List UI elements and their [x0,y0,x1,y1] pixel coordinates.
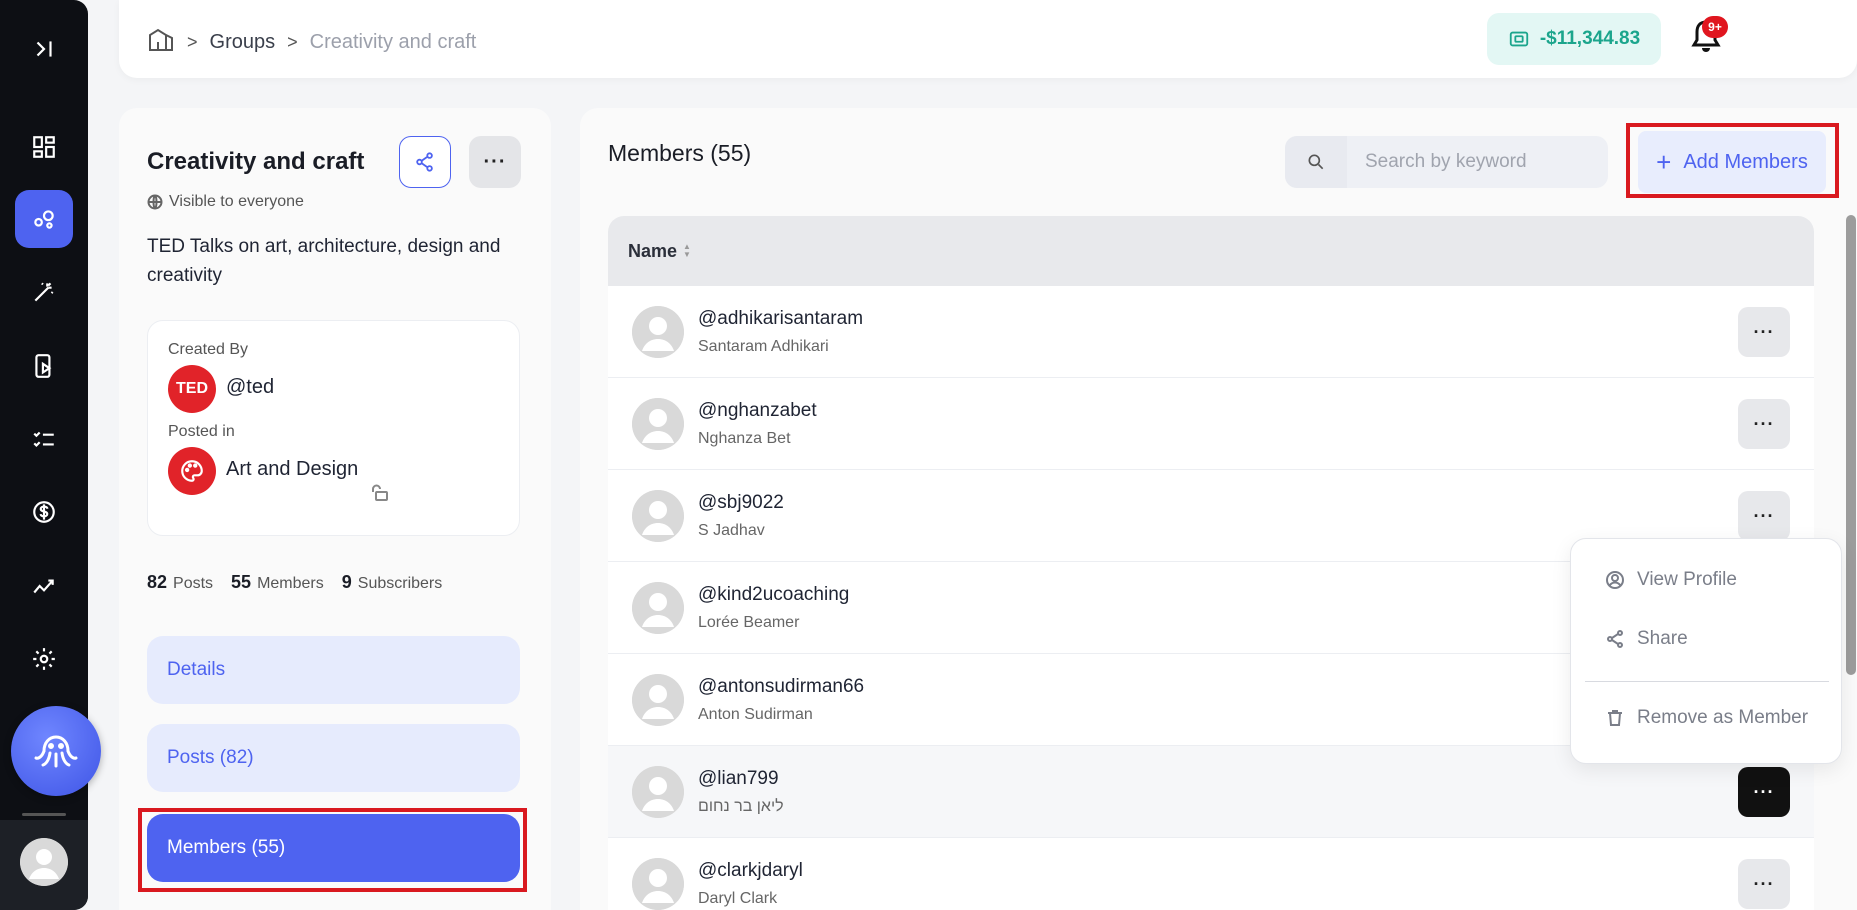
member-avatar [632,674,684,726]
view-profile-label: View Profile [1637,569,1737,590]
member-avatar [632,490,684,542]
share-icon [1607,630,1623,648]
expand-sidebar-icon[interactable] [15,20,73,78]
page-scrollbar[interactable] [1846,215,1856,675]
member-name: Daryl Clark [698,890,778,907]
creator-handle[interactable]: @ted [226,376,274,399]
created-by-label: Created By [168,341,249,358]
sort-icon[interactable]: ▲ ▼ [683,243,691,259]
menu-item-remove-member[interactable]: Remove as Member [1605,707,1808,729]
share-label: Share [1637,628,1688,649]
checklist-icon[interactable] [15,410,73,468]
wallet-icon [1509,31,1528,47]
wallet-balance[interactable]: -$11,344.83 [1487,13,1661,65]
members-panel: Members (55) + Add Members Name ▲▼ @adhi… [580,108,1857,910]
member-more-button[interactable]: ··· [1738,767,1790,817]
member-handle[interactable]: @sbj9022 [698,492,784,514]
member-more-button[interactable]: ··· [1738,307,1790,357]
member-name: Lorée Beamer [698,614,800,631]
member-handle[interactable]: @lian799 [698,768,779,790]
visibility-status: Visible to everyone [147,193,304,211]
group-description: TED Talks on art, architecture, design a… [147,236,501,286]
groups-icon[interactable] [15,190,73,248]
breadcrumb-separator: > [287,31,298,52]
visibility-label: Visible to everyone [169,193,304,210]
member-more-button[interactable]: ··· [1738,491,1790,541]
menu-divider [1585,681,1829,682]
globe-icon [147,194,163,210]
breadcrumb-groups[interactable]: Groups [210,31,276,54]
member-name: ליאן בר נחום [698,798,784,815]
breadcrumb-current: Creativity and craft [309,30,477,53]
group-origin-card: Created By TED @ted Posted in Art and De… [147,320,520,536]
trash-icon [1608,710,1622,726]
add-members-label: Add Members [1683,150,1808,173]
magic-wand-icon[interactable] [15,263,73,321]
group-title: Creativity and craft [147,148,365,175]
table-row[interactable]: @nghanzabet Nghanza Bet ··· [608,378,1814,470]
search-icon[interactable] [1285,136,1347,188]
posted-in-label: Posted in [168,423,235,440]
stat-members: 55 Members [231,572,324,592]
share-group-button[interactable] [399,136,451,188]
balance-amount: -$11,344.83 [1539,28,1641,49]
plus-icon: + [1656,146,1672,177]
analytics-icon[interactable] [15,557,73,615]
stat-subscribers: 9 Subscribers [341,572,443,592]
settings-gear-icon[interactable] [15,630,73,688]
dashboard-icon[interactable] [15,118,73,176]
members-title: Members (55) [608,140,752,166]
dollar-icon[interactable] [15,483,73,541]
member-avatar [632,398,684,450]
member-avatar [632,858,684,910]
remove-member-label: Remove as Member [1637,707,1809,728]
member-handle[interactable]: @adhikarisantaram [698,308,863,330]
group-info-panel: Creativity and craft ··· Visible to ever… [119,108,551,910]
column-name-label: Name [628,240,678,261]
user-avatar[interactable] [20,838,68,886]
column-header-name[interactable]: Name ▲ ▼ [608,216,1814,286]
posted-in-category[interactable]: Art and Design [226,458,358,481]
search-input[interactable] [1347,151,1597,173]
rail-divider [22,813,66,816]
add-members-button[interactable]: + Add Members [1638,131,1826,193]
home-building-icon[interactable] [147,26,175,58]
menu-item-share[interactable]: Share [1605,628,1688,650]
member-name: Anton Sudirman [698,706,813,723]
breadcrumb: > Groups > Creativity and craft [147,26,476,58]
member-avatar [632,766,684,818]
menu-item-view-profile[interactable]: View Profile [1605,569,1737,591]
tab-details[interactable]: Details [147,636,520,704]
table-row[interactable]: @adhikarisantaram Santaram Adhikari ··· [608,286,1814,378]
creator-avatar[interactable]: TED [168,365,216,413]
tab-members[interactable]: Members (55) [147,814,520,882]
member-handle[interactable]: @clarkjdaryl [698,860,803,882]
tab-posts[interactable]: Posts (82) [147,724,520,792]
member-name: S Jadhav [698,522,765,539]
member-handle[interactable]: @antonsudirman66 [698,676,864,698]
member-avatar [632,582,684,634]
member-handle[interactable]: @kind2ucoaching [698,584,849,606]
member-avatar [632,306,684,358]
search-box [1285,136,1608,188]
table-row[interactable]: @clarkjdaryl Daryl Clark ··· [608,838,1814,910]
lock-open-icon [370,483,390,508]
member-handle[interactable]: @nghanzabet [698,400,817,422]
share-icon [416,152,433,172]
member-more-button[interactable]: ··· [1738,859,1790,909]
video-device-icon[interactable] [15,337,73,395]
group-more-options-button[interactable]: ··· [469,136,521,188]
stat-posts: 82 Posts [147,572,214,592]
member-name: Nghanza Bet [698,430,791,447]
member-name: Santaram Adhikari [698,338,829,355]
user-circle-icon [1606,571,1624,589]
member-context-menu: View Profile Share Remove as Member [1570,538,1842,764]
assistant-octopus-icon[interactable] [11,706,101,796]
member-more-button[interactable]: ··· [1738,399,1790,449]
group-stats: 82 Posts 55 Members 9 Subscribers [147,572,442,593]
notification-badge: 9+ [1702,16,1728,38]
breadcrumb-separator: > [187,31,198,52]
palette-icon[interactable] [168,447,216,495]
